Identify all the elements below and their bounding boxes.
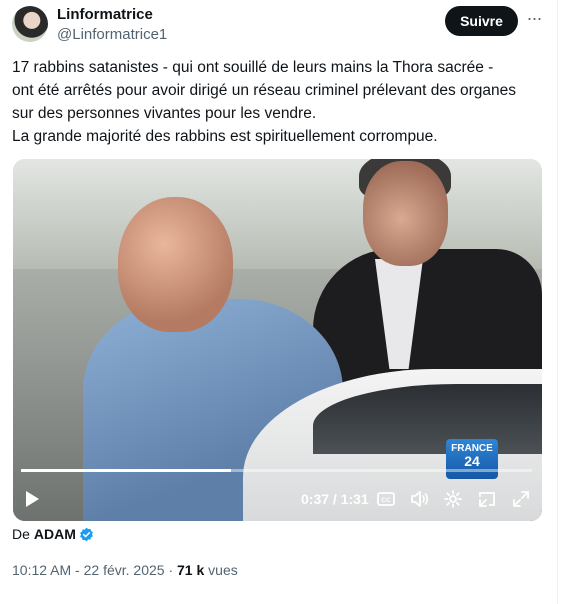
tweet-card: Linformatrice @Linformatrice1 Suivre ···… bbox=[0, 0, 558, 604]
tweet-time[interactable]: 10:12 AM bbox=[12, 562, 71, 578]
meta-separator: - bbox=[75, 562, 84, 578]
tweet-line: ont été arrêtés pour avoir dirigé un rés… bbox=[12, 82, 517, 99]
video-attribution: De ADAM bbox=[12, 526, 94, 542]
display-name[interactable]: Linformatrice bbox=[57, 6, 153, 23]
more-options-icon[interactable]: ··· bbox=[524, 9, 544, 33]
views-label: vues bbox=[208, 562, 238, 578]
volume-icon[interactable] bbox=[409, 489, 429, 509]
verified-badge-icon bbox=[79, 527, 94, 542]
fullscreen-icon[interactable] bbox=[511, 489, 531, 509]
follow-button[interactable]: Suivre bbox=[445, 6, 518, 36]
progress-bar-fill bbox=[21, 469, 231, 472]
pip-icon[interactable] bbox=[477, 489, 497, 509]
captions-icon[interactable]: CC bbox=[376, 489, 396, 509]
tweet-line: 17 rabbins satanistes - qui ont souillé … bbox=[12, 59, 494, 76]
attribution-author-link[interactable]: ADAM bbox=[34, 526, 76, 542]
channel-watermark-logo: FRANCE 24 bbox=[446, 439, 498, 479]
views-count: 71 k bbox=[177, 562, 205, 578]
video-figure bbox=[118, 197, 233, 332]
video-controls: 0:37 / 1:31 CC bbox=[13, 481, 542, 517]
tweet-line: La grande majorité des rabbins est spiri… bbox=[12, 128, 438, 145]
video-figure bbox=[363, 161, 448, 266]
video-time: 0:37 / 1:31 bbox=[301, 491, 369, 507]
play-icon[interactable] bbox=[26, 491, 39, 507]
meta-separator: · bbox=[168, 562, 174, 578]
video-player[interactable]: FRANCE 24 0:37 / 1:31 CC bbox=[13, 159, 542, 521]
tweet-text: 17 rabbins satanistes - qui ont souillé … bbox=[12, 56, 547, 148]
tweet-meta: 10:12 AM - 22 févr. 2025 · 71 k vues bbox=[12, 562, 238, 578]
user-handle[interactable]: @Linformatrice1 bbox=[57, 26, 167, 43]
avatar[interactable] bbox=[12, 6, 48, 42]
watermark-number: 24 bbox=[464, 453, 480, 469]
svg-text:CC: CC bbox=[381, 497, 391, 504]
settings-icon[interactable] bbox=[443, 489, 463, 509]
attribution-prefix: De bbox=[12, 526, 30, 542]
tweet-line: sur des personnes vivantes pour les vend… bbox=[12, 105, 317, 122]
tweet-date[interactable]: 22 févr. 2025 bbox=[84, 562, 165, 578]
